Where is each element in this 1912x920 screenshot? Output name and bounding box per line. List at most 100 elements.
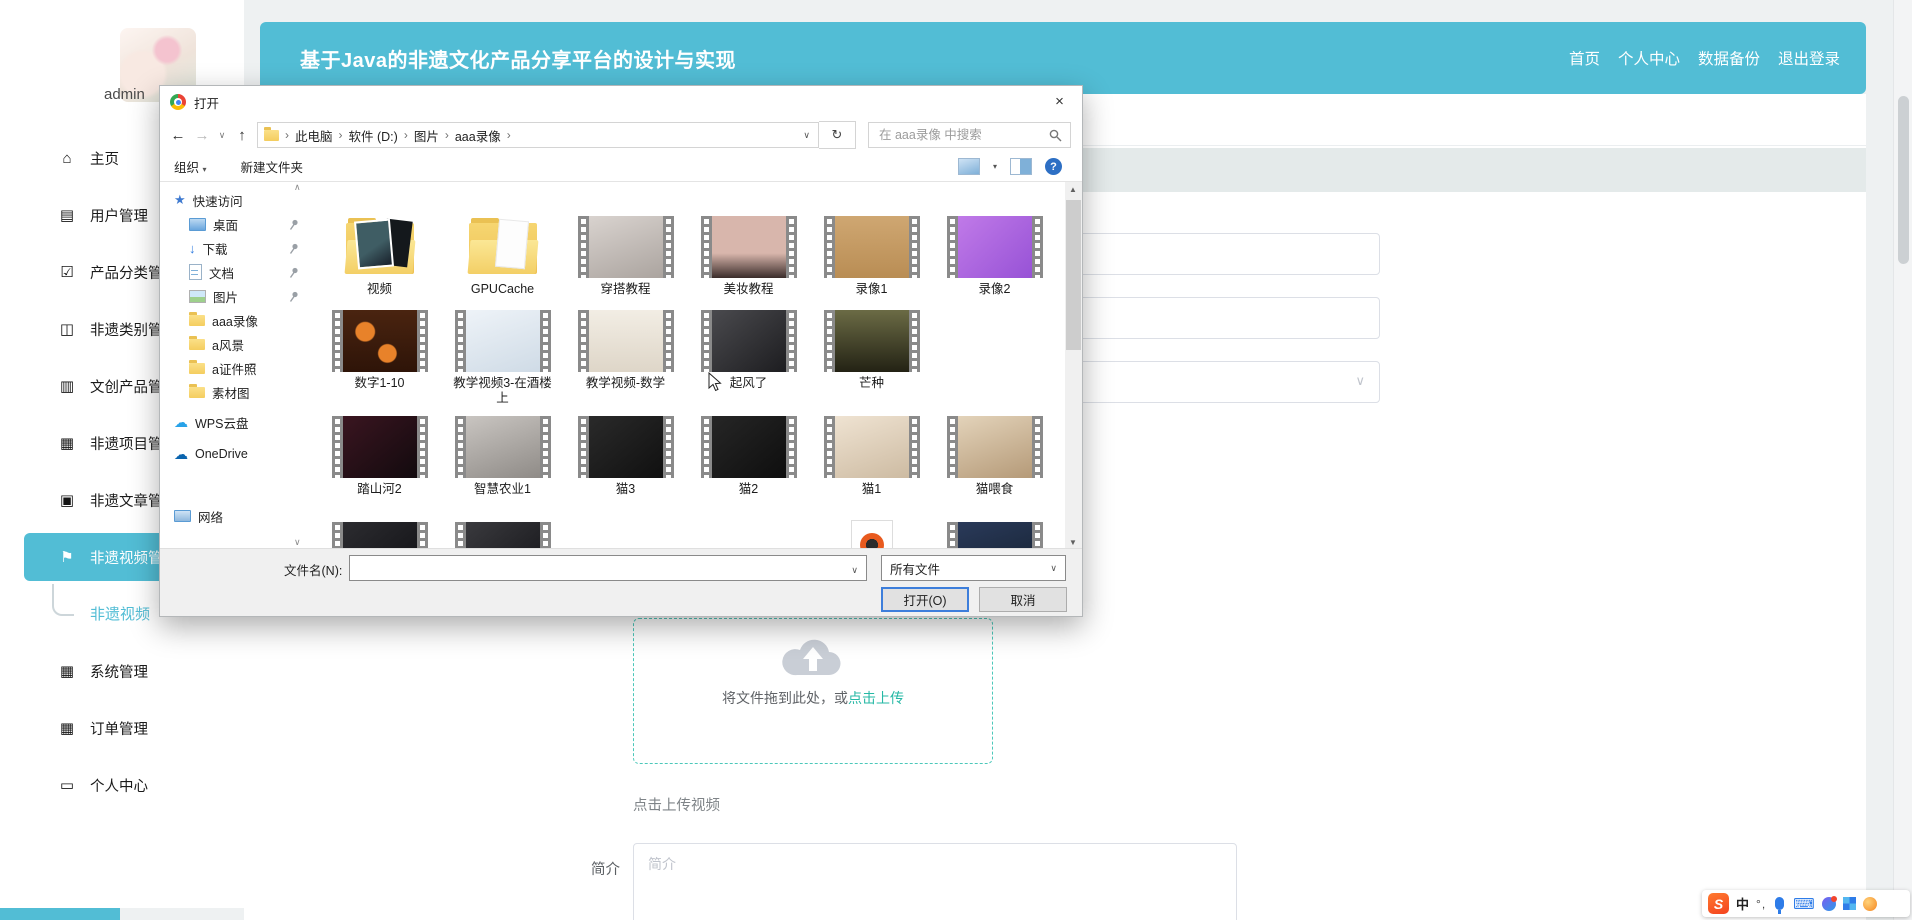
emoji-icon[interactable] [1863,897,1877,911]
file-tile[interactable]: 穿搭教程 [564,186,687,299]
ime-punctuation-indicator[interactable]: °, [1756,897,1766,911]
sogou-icon[interactable]: S [1708,893,1729,914]
ime-toolbox-icon[interactable] [1843,897,1856,910]
file-tile[interactable]: 猫1 [810,412,933,499]
sidebar-item-system[interactable]: ▦系统管理 [0,647,244,695]
dialog-titlebar[interactable]: 打开 × [160,86,1082,118]
ime-language-indicator[interactable]: 中 [1736,894,1749,913]
file-tile[interactable]: 猫3 [564,412,687,499]
file-tile[interactable]: 教学视频-数学 [564,306,687,408]
chevron-down-icon[interactable]: ∨ [851,565,858,576]
folder-icon [189,363,205,374]
files-scrollbar-thumb[interactable] [1066,200,1081,350]
file-tile[interactable]: 视频 [318,186,441,299]
microphone-icon[interactable] [1775,897,1784,910]
address-chevron-icon[interactable]: ∨ [803,130,810,141]
ime-skin-icon[interactable] [1822,897,1836,911]
pin-icon [288,290,300,303]
nav-quick-access[interactable]: ★快速访问 [160,188,308,212]
file-tile[interactable]: 猫2 [687,412,810,499]
keyboard-icon[interactable]: ⌨ [1793,895,1815,913]
upload-hint: 点击上传视频 [633,794,720,815]
filetype-select[interactable]: 所有文件 ∨ [881,555,1066,581]
file-tile[interactable]: 智慧农业1 [441,412,564,499]
nav-downloads[interactable]: ↓下载 [160,236,308,260]
file-tile[interactable]: 美妆教程 [687,186,810,299]
files-grid: 视频 GPUCache 穿搭教程 美妆教程 [310,182,1064,550]
flag-icon: ⚑ [56,548,78,566]
breadcrumb-box[interactable]: › 此电脑 › 软件 (D:) › 图片 › aaa录像 › ∨ [257,122,819,148]
nav-pictures[interactable]: 图片 [160,284,308,308]
search-input[interactable] [877,127,1049,143]
file-tile[interactable]: 数字1-10 [318,306,441,408]
file-tile-partial[interactable] [810,518,933,550]
up-icon[interactable]: ↑ [230,127,254,144]
scroll-up-icon[interactable]: ▲ [1069,185,1077,194]
nav-documents[interactable]: 文档 [160,260,308,284]
nav-a-scenery[interactable]: a风景 [160,332,308,356]
mouse-cursor [708,372,723,392]
grid-icon: ▦ [56,434,78,452]
upload-dropzone[interactable]: 将文件拖到此处，或点击上传 [633,618,993,764]
preview-pane-icon[interactable] [1010,158,1032,175]
nav-link-backup[interactable]: 数据备份 [1698,47,1760,69]
organize-button[interactable]: 组织 ▾ [174,157,207,176]
nav-desktop[interactable]: 桌面 [160,212,308,236]
folder-thumbnail [469,218,537,274]
file-tile-partial[interactable] [318,518,441,550]
nav-network[interactable]: 网络 [160,504,308,528]
folder-icon [189,339,205,350]
nav-onedrive[interactable]: ☁OneDrive [160,442,308,466]
sidebar-bottom-strip [0,908,120,920]
file-tile-partial[interactable] [933,518,1056,550]
file-tile-partial[interactable] [441,518,564,550]
help-icon[interactable]: ? [1045,158,1062,175]
file-tile[interactable]: 录像1 [810,186,933,299]
file-tile[interactable]: 踏山河2 [318,412,441,499]
chrome-icon [170,94,186,110]
upload-cloud-icon [781,633,845,679]
page-scrollbar-thumb[interactable] [1898,96,1909,264]
file-tile[interactable]: 录像2 [933,186,1056,299]
intro-textarea[interactable] [633,843,1237,920]
nav-link-home[interactable]: 首页 [1569,47,1600,69]
new-folder-button[interactable]: 新建文件夹 [241,157,304,176]
breadcrumb-aaa-videos[interactable]: aaa录像 [455,126,501,145]
page-scrollbar[interactable] [1893,0,1912,920]
filename-input[interactable] [350,556,835,580]
nav-link-logout[interactable]: 退出登录 [1778,47,1840,69]
file-tile[interactable]: 芒种 [810,306,933,408]
breadcrumb-this-pc[interactable]: 此电脑 [295,126,333,145]
open-button[interactable]: 打开(O) [881,587,969,612]
nav-a-id-photos[interactable]: a证件照 [160,356,308,380]
file-tile[interactable]: 起风了 [687,306,810,408]
file-tile[interactable]: 猫喂食 [933,412,1056,499]
scroll-down-icon[interactable]: ▼ [1069,538,1077,547]
file-tile[interactable]: GPUCache [441,186,564,299]
view-menu-arrow-icon[interactable]: ▾ [993,162,997,171]
close-icon[interactable]: × [1037,86,1082,117]
cancel-button[interactable]: 取消 [979,587,1067,612]
onedrive-cloud-icon: ☁ [174,447,188,461]
nav-scroll-down-icon[interactable]: ∨ [294,537,301,548]
files-scrollbar[interactable]: ▲ ▼ [1065,182,1082,550]
nav-aaa-videos[interactable]: aaa录像 [160,308,308,332]
nav-material-images[interactable]: 素材图 [160,380,308,404]
forward-icon[interactable]: → [190,127,214,144]
upload-link[interactable]: 点击上传 [848,690,904,706]
back-icon[interactable]: ← [166,127,190,144]
breadcrumb-pictures[interactable]: 图片 [414,126,439,145]
video-thumbnail [701,216,797,278]
toolbar-right-icons: ▾ ? [958,158,1068,175]
sidebar-item-profile[interactable]: ▭个人中心 [0,761,244,809]
history-chevron-icon[interactable]: ∨ [214,130,230,141]
dialog-footer: 文件名(N): ∨ 所有文件 ∨ 打开(O) 取消 [160,548,1082,616]
refresh-icon[interactable]: ↻ [819,121,856,149]
nav-link-profile[interactable]: 个人中心 [1618,47,1680,69]
nav-wps-cloud[interactable]: ☁WPS云盘 [160,410,308,434]
file-tile[interactable]: 教学视频3-在酒楼上 [441,306,564,408]
view-thumbnails-icon[interactable] [958,158,980,175]
star-icon: ★ [174,192,186,208]
breadcrumb-drive-d[interactable]: 软件 (D:) [349,126,398,145]
sidebar-item-orders[interactable]: ▦订单管理 [0,704,244,752]
